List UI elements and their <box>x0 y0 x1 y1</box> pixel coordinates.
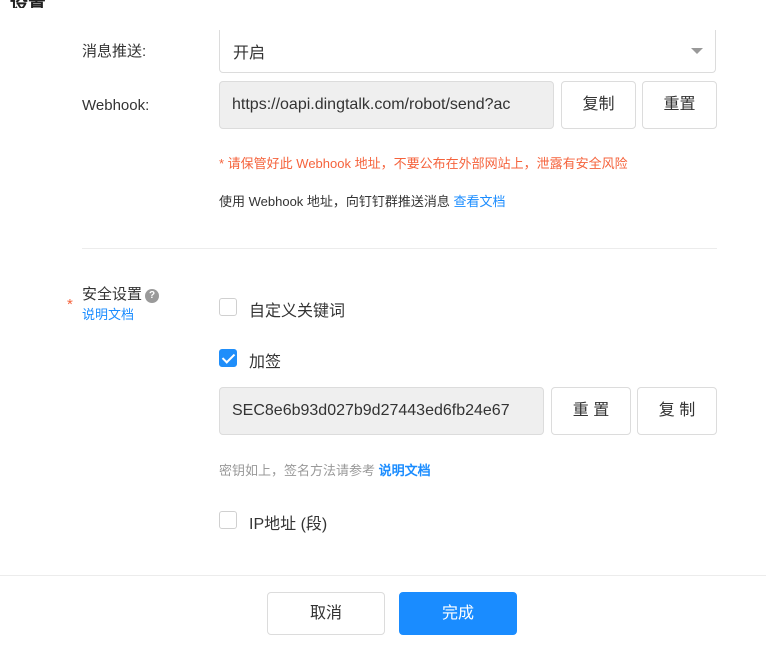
required-mark: * <box>67 296 73 313</box>
webhook-reset-button[interactable]: 重置 <box>642 81 717 129</box>
ip-label: IP地址 (段) <box>249 516 328 533</box>
webhook-copy-button[interactable]: 复制 <box>561 81 636 129</box>
webhook-doc-link[interactable]: 查看文档 <box>454 194 506 209</box>
secret-reset-button[interactable]: 重 置 <box>551 387 631 435</box>
settings-dialog: 设置 消息推送: 开启 Webhook: https://oapi.dingta… <box>0 0 766 647</box>
keyword-label: 自定义关键词 <box>249 303 346 320</box>
security-label: 安全设置? <box>82 283 160 304</box>
section-divider <box>82 248 717 249</box>
webhook-info: 使用 Webhook 地址，向钉钉群推送消息 查看文档 <box>219 191 506 210</box>
webhook-url-field[interactable]: https://oapi.dingtalk.com/robot/send?ac <box>219 81 554 129</box>
chevron-down-icon <box>691 48 703 54</box>
webhook-info-text: 使用 Webhook 地址，向钉钉群推送消息 <box>219 194 450 209</box>
sign-label: 加签 <box>249 354 282 371</box>
ip-checkbox[interactable] <box>219 511 237 529</box>
push-select-value: 开启 <box>233 45 266 62</box>
sign-checkbox[interactable] <box>219 349 237 367</box>
webhook-warning: * 请保管好此 Webhook 地址，不要公布在外部网站上，泄露有安全风险 <box>219 156 628 171</box>
secret-hint-text: 密钥如上，签名方法请参考 <box>219 463 376 478</box>
security-label-text: 安全设置 <box>82 286 143 303</box>
push-label: 消息推送: <box>82 43 147 60</box>
webhook-label: Webhook: <box>82 97 150 114</box>
secret-field[interactable]: SEC8e6b93d027b9d27443ed6fb24e67 <box>219 387 544 435</box>
done-button[interactable]: 完成 <box>399 592 517 635</box>
secret-copy-button[interactable]: 复 制 <box>637 387 717 435</box>
dialog-footer: 取消 完成 <box>0 575 766 647</box>
help-icon[interactable]: ? <box>145 289 160 303</box>
dialog-body: 消息推送: 开启 Webhook: https://oapi.dingtalk.… <box>0 30 766 575</box>
keyword-checkbox[interactable] <box>219 298 237 316</box>
secret-doc-link[interactable]: 说明文档 <box>379 463 431 478</box>
cancel-button[interactable]: 取消 <box>267 592 385 635</box>
push-select[interactable]: 开启 <box>219 30 716 73</box>
dialog-title: 设置 <box>10 0 46 8</box>
security-doc-link[interactable]: 说明文档 <box>82 304 134 323</box>
secret-hint: 密钥如上，签名方法请参考 说明文档 <box>219 460 431 479</box>
